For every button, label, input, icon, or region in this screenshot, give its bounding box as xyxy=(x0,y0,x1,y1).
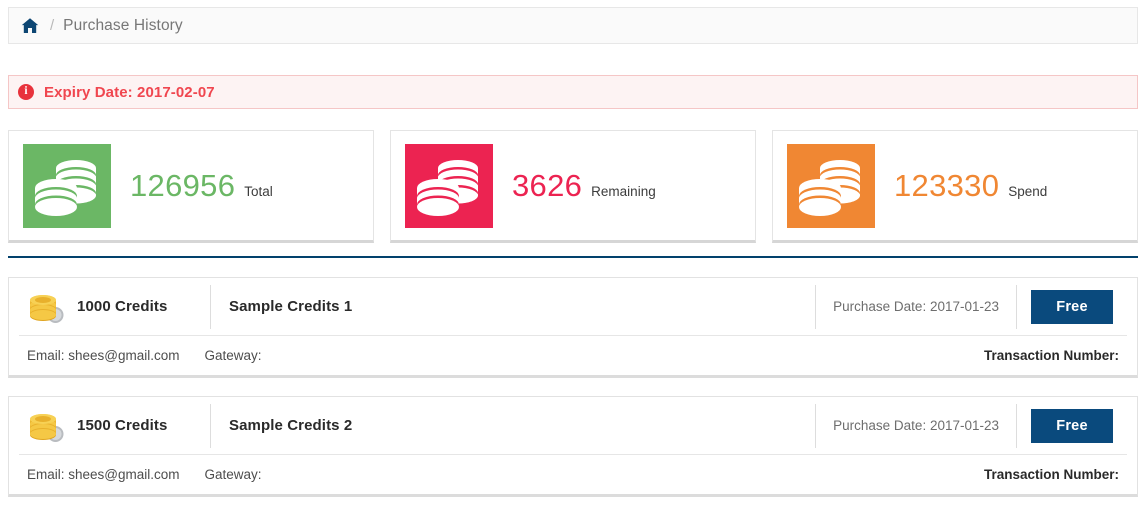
purchase-email: Email: shees@gmail.com xyxy=(27,467,180,482)
purchase-credits: 1500 Credits xyxy=(9,407,210,445)
purchase-credits-amount: 1000 Credits xyxy=(77,298,168,315)
purchase-date: Purchase Date: 2017-01-23 xyxy=(833,418,999,433)
purchase-row: 1500 Credits Sample Credits 2 Purchase D… xyxy=(8,396,1138,497)
purchase-row-footer: Email: shees@gmail.com Gateway: Transact… xyxy=(19,335,1127,375)
coins-stack-icon xyxy=(405,143,493,228)
purchase-row-main: 1000 Credits Sample Credits 1 Purchase D… xyxy=(9,278,1137,335)
divider xyxy=(1016,284,1017,329)
breadcrumb: / Purchase History xyxy=(8,7,1138,44)
home-icon[interactable] xyxy=(21,17,39,34)
expiry-alert-text: Expiry Date: 2017-02-07 xyxy=(44,83,215,101)
breadcrumb-separator: / xyxy=(50,17,55,34)
purchase-gateway: Gateway: xyxy=(204,348,262,363)
stat-card-spend: 123330 Spend xyxy=(772,130,1138,243)
purchase-email: Email: shees@gmail.com xyxy=(27,348,180,363)
purchase-history-list: 1000 Credits Sample Credits 1 Purchase D… xyxy=(8,277,1138,515)
gold-coins-icon xyxy=(27,407,67,445)
stat-card-total: 126956 Total xyxy=(8,130,374,243)
purchase-title: Sample Credits 1 xyxy=(229,298,353,315)
purchase-price-badge[interactable]: Free xyxy=(1031,289,1113,324)
stat-card-remaining: 3626 Remaining xyxy=(390,130,756,243)
stat-value-remaining: 3626 xyxy=(512,168,583,203)
stat-value-spend: 123330 xyxy=(894,168,1000,203)
breadcrumb-current: Purchase History xyxy=(63,16,183,34)
purchase-gateway: Gateway: xyxy=(204,467,262,482)
purchase-credits-amount: 1500 Credits xyxy=(77,417,168,434)
divider xyxy=(1016,403,1017,448)
coins-stack-icon xyxy=(23,143,111,228)
purchase-row-footer: Email: shees@gmail.com Gateway: Transact… xyxy=(19,454,1127,494)
purchase-transaction-number: Transaction Number: xyxy=(983,348,1119,363)
gold-coins-icon xyxy=(27,288,67,326)
purchase-title: Sample Credits 2 xyxy=(229,417,353,434)
section-divider xyxy=(8,256,1138,258)
info-circle-icon: i xyxy=(18,84,34,100)
purchase-credits: 1000 Credits xyxy=(9,288,210,326)
stat-value-total: 126956 xyxy=(130,168,236,203)
stat-label-spend: Spend xyxy=(1008,184,1048,199)
stats-row: 126956 Total 3626 Remaining 123330 Spend xyxy=(8,130,1138,243)
purchase-date: Purchase Date: 2017-01-23 xyxy=(833,299,999,314)
purchase-row: 1000 Credits Sample Credits 1 Purchase D… xyxy=(8,277,1138,378)
stat-label-remaining: Remaining xyxy=(591,184,656,199)
purchase-price-badge[interactable]: Free xyxy=(1031,408,1113,443)
stat-label-total: Total xyxy=(244,184,273,199)
purchase-row-main: 1500 Credits Sample Credits 2 Purchase D… xyxy=(9,397,1137,454)
coins-stack-icon xyxy=(787,143,875,228)
purchase-transaction-number: Transaction Number: xyxy=(983,467,1119,482)
expiry-alert: i Expiry Date: 2017-02-07 xyxy=(8,75,1138,109)
